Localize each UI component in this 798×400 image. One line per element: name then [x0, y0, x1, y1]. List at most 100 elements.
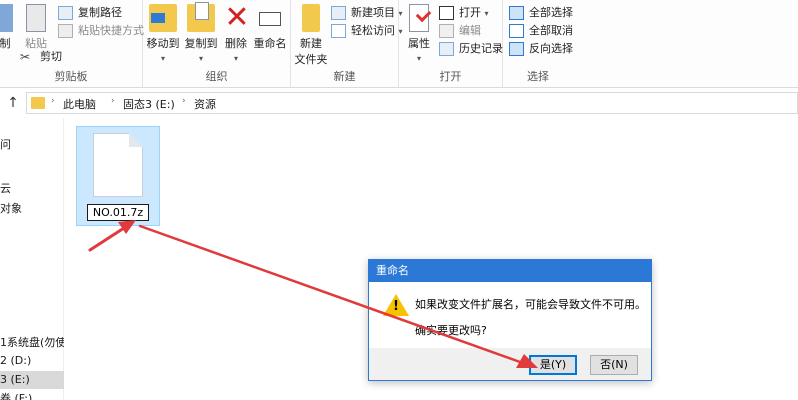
select-all-icon — [509, 6, 524, 20]
breadcrumb-separator: › — [182, 96, 186, 106]
rename-dialog: 重命名 ! 如果改变文件扩展名，可能会导致文件不可用。 确实要更改吗? 是(Y)… — [368, 259, 652, 381]
copy-path-button[interactable]: 复制路径 — [58, 4, 122, 22]
nav-item[interactable] — [0, 160, 64, 178]
pin-icon — [0, 4, 13, 32]
open-group: 属性 ▾ 打开 ▾ 编辑 历史记录 打开 — [399, 0, 503, 88]
breadcrumb-drive-e[interactable]: 固态3 (E:) — [123, 96, 175, 112]
breadcrumb-this-pc[interactable]: 此电脑 — [63, 96, 96, 112]
properties-button[interactable]: 属性 ▾ — [405, 4, 433, 64]
history-button[interactable]: 历史记录 — [439, 40, 503, 58]
select-none-icon — [509, 24, 524, 38]
history-icon — [439, 42, 454, 56]
new-item-button[interactable]: 新建项目 ▾ — [331, 4, 403, 22]
breadcrumb-separator: › — [111, 96, 115, 106]
new-folder-label-line1: 新建 — [300, 37, 322, 50]
clipboard-group: 制 粘贴 复制路径 粘贴快捷方式 ✂ 剪切 剪贴板 — [0, 0, 144, 88]
nav-item[interactable]: 云 — [0, 180, 64, 198]
select-group: 全部选择 全部取消 反向选择 选择 — [503, 0, 573, 88]
new-group-label: 新建 — [333, 70, 356, 83]
copy-to-caret: ▾ — [198, 54, 203, 63]
organize-group: 移动到 ▾ 复制到 ▾ ✕ 删除 ▾ 重命名 组织 — [143, 0, 291, 88]
copy-path-label: 复制路径 — [78, 6, 122, 19]
up-arrow-button[interactable]: ↑ — [4, 93, 22, 113]
paste-button[interactable]: 粘贴 — [22, 4, 50, 51]
dialog-message: 如果改变文件扩展名，可能会导致文件不可用。 — [415, 298, 646, 311]
paste-shortcut-icon — [58, 24, 73, 38]
select-none-label: 全部取消 — [529, 24, 573, 37]
invert-selection-label: 反向选择 — [529, 42, 573, 55]
move-to-icon — [149, 4, 177, 32]
new-item-label: 新建项目 — [351, 6, 395, 19]
pin-label: 制 — [0, 37, 11, 50]
dialog-question: 确实要更改吗? — [415, 324, 487, 337]
scissors-icon: ✂ — [20, 50, 31, 64]
select-none-button[interactable]: 全部取消 — [509, 22, 573, 40]
ribbon: 制 粘贴 复制路径 粘贴快捷方式 ✂ 剪切 剪贴板 移动到 ▾ 复制到 ▾ ✕ … — [0, 0, 798, 88]
pin-to-quick-access-button[interactable]: 制 — [0, 4, 16, 51]
rename-input[interactable]: NO.01.7z — [87, 204, 149, 221]
invert-selection-button[interactable]: 反向选择 — [509, 40, 573, 58]
open-group-label: 打开 — [439, 70, 462, 83]
select-group-label: 选择 — [527, 70, 549, 83]
nav-item-system-drive[interactable]: 1系统盘(勿使用 — [0, 334, 64, 352]
open-label: 打开 — [459, 6, 481, 19]
easy-access-icon — [331, 24, 346, 38]
edit-pencil-icon — [439, 24, 454, 38]
open-icon — [439, 6, 454, 20]
dialog-footer: 是(Y) 否(N) — [369, 348, 651, 380]
history-label: 历史记录 — [459, 42, 503, 55]
rename-icon — [259, 12, 281, 26]
yes-button[interactable]: 是(Y) — [529, 355, 577, 375]
move-to-label: 移动到 — [146, 37, 180, 50]
clipboard-group-label: 剪贴板 — [54, 70, 88, 83]
paste-shortcut-label: 粘贴快捷方式 — [78, 24, 144, 37]
delete-button[interactable]: ✕ 删除 ▾ — [223, 0, 250, 64]
cut-button[interactable]: ✂ 剪切 — [20, 48, 62, 66]
open-caret: ▾ — [484, 9, 489, 18]
select-all-label: 全部选择 — [529, 6, 573, 19]
nav-item-drive-e[interactable]: 3 (E:) — [0, 371, 64, 389]
move-to-caret: ▾ — [160, 54, 165, 63]
warning-mark: ! — [393, 299, 399, 314]
paste-shortcut-button[interactable]: 粘贴快捷方式 — [58, 22, 144, 40]
new-folder-icon — [302, 4, 320, 32]
folder-icon — [31, 97, 45, 109]
delete-label: 删除 — [225, 37, 247, 50]
copy-to-button[interactable]: 复制到 ▾ — [183, 2, 219, 64]
invert-selection-icon — [509, 42, 524, 56]
clipboard-icon — [26, 4, 46, 32]
dialog-title: 重命名 — [369, 260, 651, 282]
address-bar[interactable]: › 此电脑 › 固态3 (E:) › 资源 — [26, 92, 798, 114]
no-button[interactable]: 否(N) — [590, 355, 638, 375]
delete-caret: ▾ — [233, 54, 238, 63]
properties-check-icon — [409, 4, 429, 32]
copy-path-icon — [58, 6, 73, 20]
open-button[interactable]: 打开 ▾ — [439, 4, 489, 22]
delete-x-icon: ✕ — [224, 0, 250, 35]
nav-item-drive-f[interactable]: 卷 (F:) — [0, 390, 64, 400]
easy-access-label: 轻松访问 — [351, 24, 395, 37]
edit-label: 编辑 — [459, 24, 481, 37]
nav-item-drive-d[interactable]: 2 (D:) — [0, 352, 64, 370]
properties-label: 属性 — [408, 37, 430, 50]
easy-access-button[interactable]: 轻松访问 ▾ — [331, 22, 403, 40]
new-group: 新建 文件夹 新建项目 ▾ 轻松访问 ▾ 新建 — [291, 0, 403, 88]
copy-to-icon — [187, 2, 215, 32]
edit-button[interactable]: 编辑 — [439, 22, 481, 40]
rename-button[interactable]: 重命名 — [251, 4, 289, 51]
new-folder-label-line2: 文件夹 — [294, 53, 328, 66]
navigation-pane: 问 云 对象 1系统盘(勿使用 2 (D:) 3 (E:) 卷 (F:) — [0, 118, 64, 400]
breadcrumb-separator: › — [51, 96, 55, 106]
breadcrumb-resources[interactable]: 资源 — [194, 96, 216, 112]
copy-to-label: 复制到 — [184, 37, 218, 50]
nav-item[interactable]: 问 — [0, 136, 64, 154]
new-folder-button[interactable]: 新建 文件夹 — [293, 4, 329, 67]
select-all-button[interactable]: 全部选择 — [509, 4, 573, 22]
organize-group-label: 组织 — [205, 70, 228, 83]
file-icon — [93, 133, 143, 197]
properties-caret: ▾ — [416, 54, 421, 63]
rename-label: 重命名 — [253, 37, 287, 50]
move-to-button[interactable]: 移动到 ▾ — [145, 4, 181, 64]
file-item[interactable]: NO.01.7z — [76, 126, 160, 226]
nav-item[interactable]: 对象 — [0, 200, 64, 218]
